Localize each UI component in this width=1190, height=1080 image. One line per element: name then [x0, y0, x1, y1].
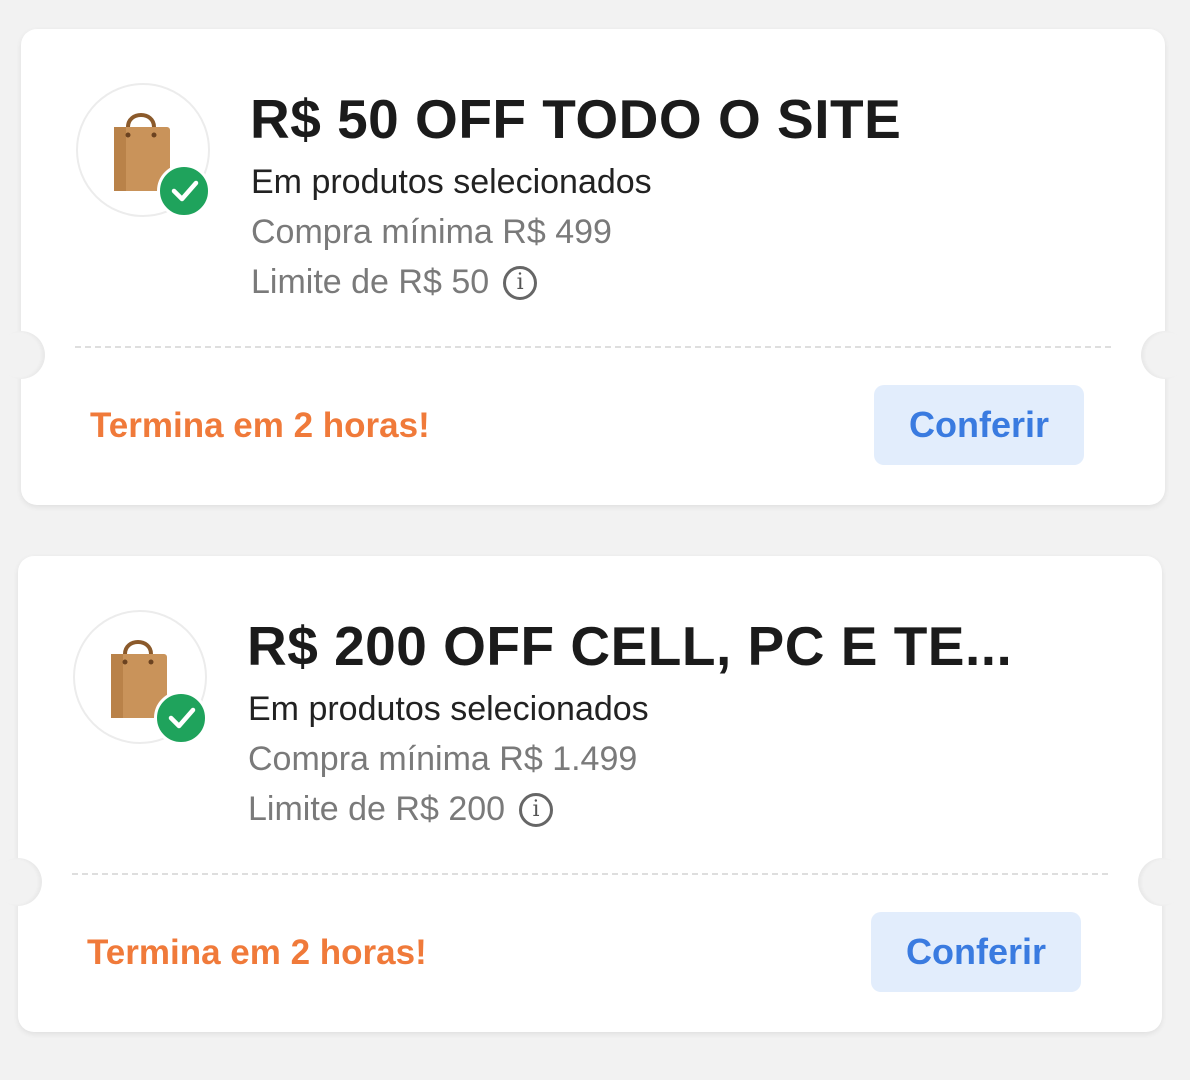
dashed-divider [72, 873, 1108, 875]
minimum-purchase: Compra mínima R$ 499 [251, 213, 612, 251]
coupon-notch-right [1141, 331, 1189, 379]
coupon-title: R$ 50 OFF TODO O SITE [250, 88, 902, 150]
check-badge [154, 691, 208, 745]
dashed-divider [75, 346, 1111, 348]
expiry-text: Termina em 2 horas! [90, 406, 430, 445]
check-icon [168, 707, 196, 729]
limit-row: Limite de R$ 50 i [251, 263, 538, 302]
coupon-notch-left [0, 331, 45, 379]
check-badge [157, 164, 211, 218]
info-icon[interactable]: i [519, 792, 554, 827]
discount-limit: Limite de R$ 50 [251, 263, 490, 301]
conferir-button[interactable]: Conferir [874, 385, 1084, 465]
coupon-card: R$ 50 OFF TODO O SITE Em produtos seleci… [0, 29, 1189, 505]
minimum-purchase: Compra mínima R$ 1.499 [248, 740, 638, 778]
coupon-notch-right [1138, 858, 1186, 906]
expiry-text: Termina em 2 horas! [87, 933, 427, 972]
coupon-card: R$ 200 OFF CELL, PC E TE... Em produtos … [0, 556, 1186, 1032]
coupon-subtitle: Em produtos selecionados [248, 690, 649, 728]
limit-row: Limite de R$ 200 i [248, 790, 554, 829]
coupon-icon-circle [73, 610, 208, 745]
coupon-subtitle: Em produtos selecionados [251, 163, 652, 201]
coupon-title: R$ 200 OFF CELL, PC E TE... [247, 615, 1013, 677]
conferir-button[interactable]: Conferir [871, 912, 1081, 992]
info-icon[interactable]: i [503, 265, 538, 300]
check-icon [171, 180, 199, 202]
discount-limit: Limite de R$ 200 [248, 790, 506, 828]
coupon-notch-left [0, 858, 42, 906]
coupon-icon-circle [76, 83, 211, 218]
